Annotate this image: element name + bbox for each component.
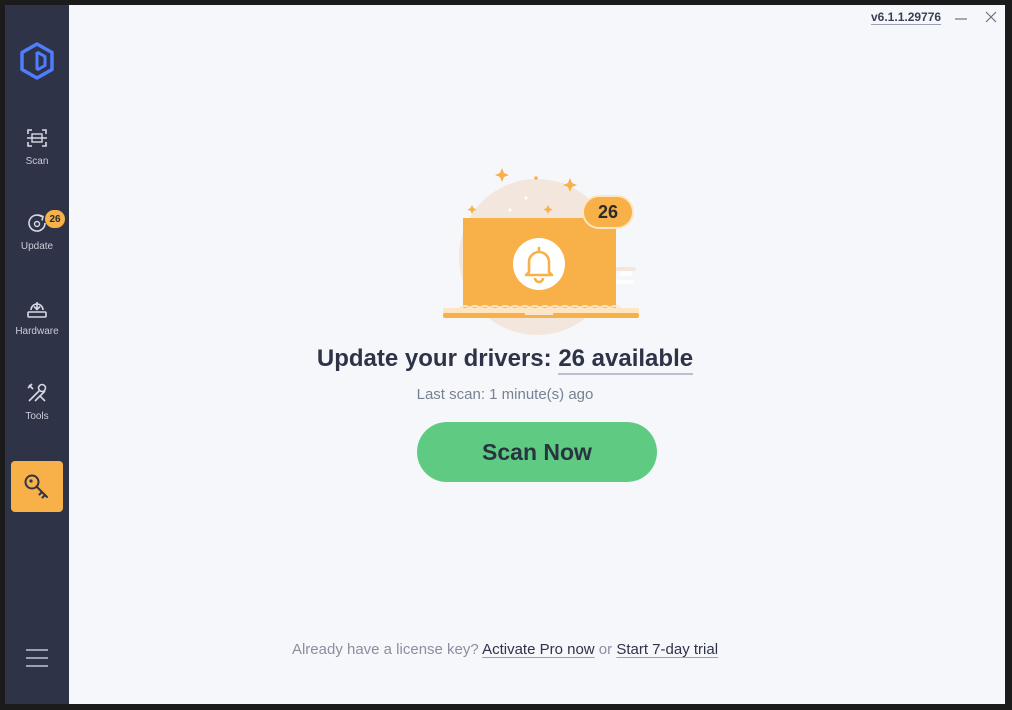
sidebar-item-label: Update [20,241,54,252]
laptop-bell-illustration [443,168,639,335]
available-drivers-link[interactable]: 26 available [558,345,694,375]
license-question: Already have a license key? [291,641,483,658]
version-label[interactable]: v6.1.1.29776 [871,10,941,24]
scan-icon [27,129,47,147]
sidebar-item-label: Tools [25,411,49,422]
last-scan-text: Last scan: 1 minute(s) ago [416,386,594,403]
license-key-button[interactable] [11,461,63,512]
app-window: Scan Update 26 Hardware Tools v6.1.1.297… [5,5,1005,704]
minimize-icon[interactable] [953,11,969,27]
footer-or: or [594,641,617,658]
scan-now-button[interactable]: Scan Now [417,422,657,482]
activate-pro-link[interactable]: Activate Pro now [482,641,595,658]
hardware-icon [27,302,47,318]
update-count-badge: 26 [45,210,65,228]
start-trial-link[interactable]: Start 7-day trial [616,641,718,658]
sidebar-item-scan[interactable]: Scan [5,125,69,185]
headline-prefix: Update your drivers: [316,345,559,372]
sidebar-item-label: Scan [25,156,49,167]
license-footer: Already have a license key? Activate Pro… [5,641,1005,658]
page-title: Update your drivers: 26 available [5,345,1005,375]
app-logo-icon [20,42,54,80]
sidebar-item-update[interactable]: Update 26 [5,210,69,270]
key-icon [24,474,48,498]
close-icon[interactable] [983,9,999,25]
sidebar-item-label: Hardware [15,326,59,337]
drivers-count-badge: 26 [582,195,634,229]
